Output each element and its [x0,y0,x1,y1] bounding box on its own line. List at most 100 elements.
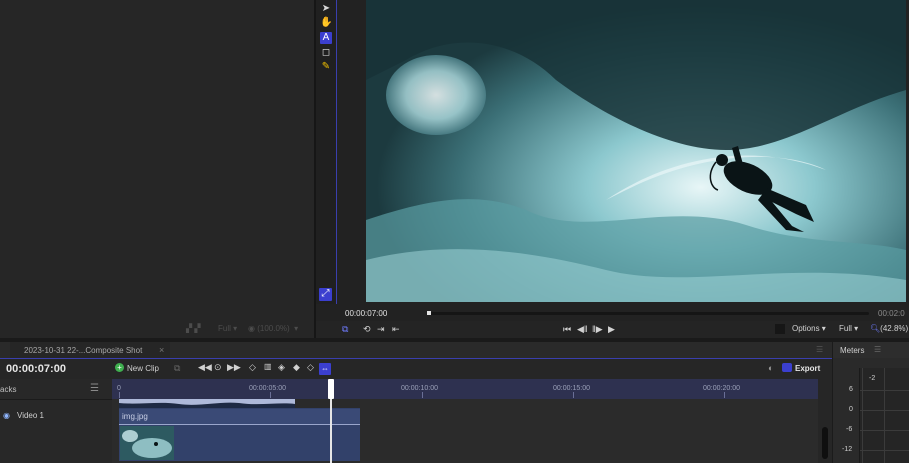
ruler-tick-label: 00:00:20:00 [703,385,740,392]
clip-tool-icon[interactable]: ⧉ [174,363,180,374]
record-icon[interactable]: ⊙ [214,362,222,373]
mark-out-icon[interactable]: ⇤ [392,324,400,335]
meter-gridline [860,390,909,391]
viewer-timebar: 00:00:07:00 00:02:0 [316,304,909,321]
ruler-tick-label: 00:00:10:00 [401,385,438,392]
keyframe-add-icon[interactable]: ◈ [278,362,285,373]
loop-icon[interactable]: ⟲ [363,324,371,335]
ruler-tick [724,392,725,398]
playhead-handle[interactable] [328,379,334,399]
split-icon[interactable]: ▥ [264,362,272,371]
tracks-menu-icon[interactable]: ☰ [90,383,99,394]
keyframe-remove-icon[interactable]: ◇ [307,362,314,373]
timeline-toolbar: 00:00:07:00 + New Clip ⧉ ◀◀ ⊙ ▶▶ ◇ ▥ ◈ ◆… [0,359,832,379]
viewer-timecode: 00:00:07:00 [345,309,388,318]
prev-edit-icon[interactable]: ◀◀ [198,362,212,373]
mark-in-icon[interactable]: ⇥ [377,324,385,335]
add-icon: + [115,363,124,372]
scrub-bar[interactable] [429,312,869,315]
zoom-dropdown[interactable]: ◉ (100.0%) ▾ [248,324,298,333]
meters-menu-icon[interactable]: ☰ [874,345,881,354]
color-swatch[interactable] [775,324,785,334]
meters-display [859,368,909,463]
step-back-icon[interactable]: ◀‖ [577,324,588,335]
zoom-label: (100.0%) [257,324,290,333]
timeline-ruler[interactable]: 0 00:00:05:00 00:00:10:00 00:00:15:00 00… [112,379,818,399]
new-clip-button[interactable]: New Clip [127,364,159,373]
skip-back-icon[interactable]: ⏮ [563,324,571,335]
media-panel [0,0,314,338]
ruler-tick [119,392,120,398]
ruler-tick-label: 00:00:15:00 [553,385,590,392]
quality-dropdown[interactable]: Full ▾ [218,324,237,333]
zoom-dropdown-viewer[interactable]: 🔍︎(42.8%) [870,324,908,333]
meter-scale-label: -2 [869,375,876,382]
close-icon[interactable]: × [159,345,164,355]
meter-gridline [884,368,885,463]
text-icon[interactable]: A [320,32,332,44]
tracks-label: acks [0,385,17,394]
ruler-tick [573,392,574,398]
hand-icon[interactable]: ✋ [320,17,332,29]
eye-icon[interactable]: ◉ [3,411,10,420]
meter-gridline [860,430,909,431]
scrollbar-thumb[interactable] [822,427,828,459]
meter-gridline [860,410,909,411]
mask-tool-icon[interactable]: ⤢ [319,288,332,301]
timeline-scrollbar[interactable] [818,379,832,463]
zoom-label-viewer: (42.8%) [880,324,909,333]
meter-gridline [860,450,909,451]
quality-dropdown-viewer[interactable]: Full ▾ [839,324,858,333]
export-button[interactable]: Export [795,364,820,373]
meter-scale-label: -12 [842,446,853,453]
play-icon[interactable]: ▶ [608,324,615,335]
meter-scale-label: 0 [849,406,853,413]
video-frame [366,0,906,302]
ruler-tick-label: 00:00:05:00 [249,385,286,392]
meter-scale-label: -6 [846,426,853,433]
timeline-timecode: 00:00:07:00 [6,363,66,375]
tracks-header: acks ☰ ◉ Video 1 [0,379,113,463]
options-dropdown[interactable]: Options ▾ [792,324,826,333]
crop-icon[interactable]: ◻ [320,47,332,59]
track-name: Video 1 [17,411,44,420]
scrub-handle[interactable] [427,311,431,315]
viewer-toolbar: ➤ ✋ A ◻ ✎ ⤢ [316,0,336,320]
pen-icon[interactable]: ✎ [320,61,332,73]
meter-scale-label: 6 [849,386,853,393]
export-icon [782,363,792,372]
quality-label: Full [218,324,231,333]
media-status-bar: ▞ ▞ Full ▾ ◉ (100.0%) ▾ [0,320,314,338]
menu-icon[interactable]: ☰ [816,345,823,354]
options-label: Options [792,324,820,333]
transport-bar: ⧉ ⟲ ⇥ ⇤ ⏮ ◀‖ ‖▶ ▶ Options ▾ Full ▾ 🔍︎(42… [316,321,909,338]
layout-icon[interactable]: ▞ ▞ [186,324,201,333]
magnifier-icon: 🔍︎ [870,324,881,333]
settings-icon[interactable]: ◐ [768,363,773,373]
keyframe-next-icon[interactable]: ◆ [293,362,300,373]
ruler-tick [422,392,423,398]
meters-panel: Meters ☰ -2 6 0 -6 -12 [832,342,909,463]
end-timecode: 00:02:0 [878,309,905,318]
clip-divider [119,424,360,425]
underwater-cave-image [366,0,906,302]
meters-tab[interactable]: Meters ☰ [833,342,909,358]
ruler-tick-label: 0 [117,385,121,392]
clip-strip-graphic [119,399,295,408]
clip-thumbnail [120,426,174,460]
meters-title: Meters [840,346,865,355]
next-edit-icon[interactable]: ▶▶ [227,362,241,373]
clip-name-bar: img.jpg [119,409,360,425]
ruler-tick [270,392,271,398]
clip-thumbnail-image [120,426,174,460]
tab-composite-shot[interactable]: 2023-10-31 22-...Composite Shot × [10,342,170,358]
track-divider [0,399,112,400]
step-forward-icon[interactable]: ‖▶ [592,324,603,335]
timeline-tabbar: 2023-10-31 22-...Composite Shot × ☰ [0,342,832,359]
pointer-icon[interactable]: ➤ [320,3,332,15]
meter-gridline [862,368,863,463]
keyframe-prev-icon[interactable]: ◇ [249,362,256,373]
snap-icon[interactable]: ⧉ [342,324,348,335]
link-icon[interactable]: ⇔ [319,363,331,375]
clip-name: img.jpg [122,412,148,421]
